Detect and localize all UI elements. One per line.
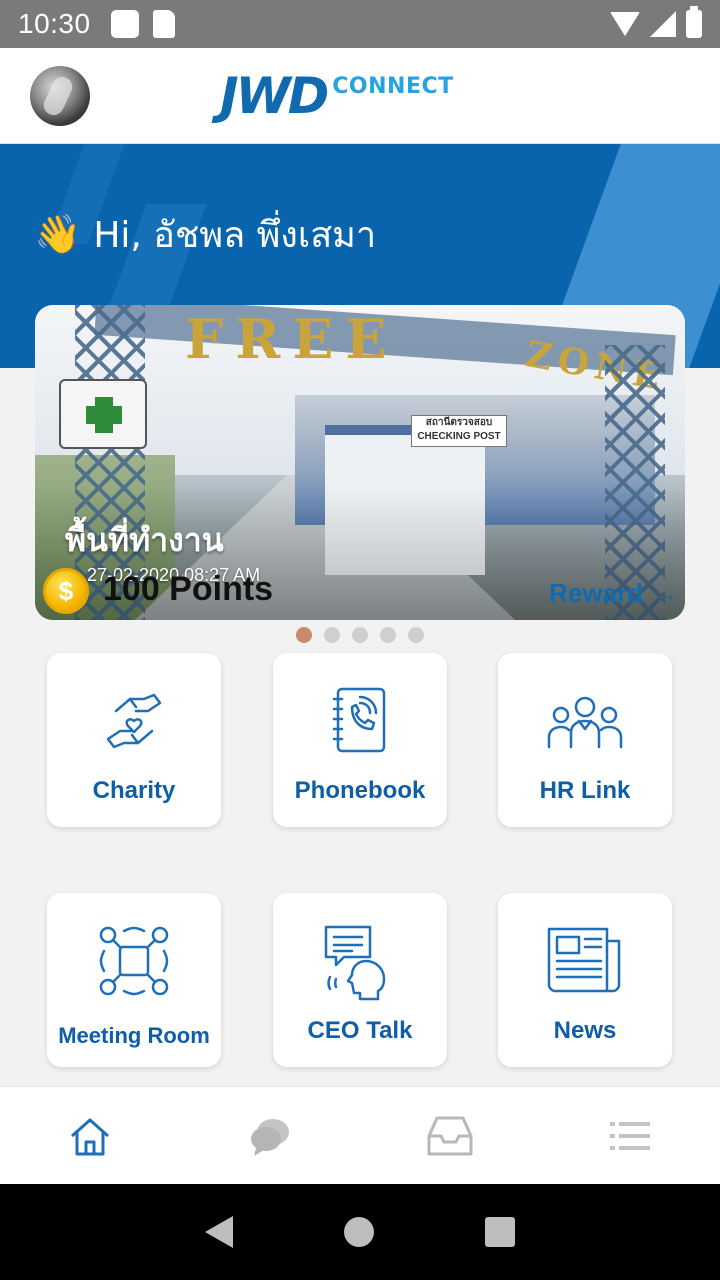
nav-home[interactable] bbox=[0, 1087, 180, 1184]
coin-icon: $ bbox=[43, 568, 89, 614]
inbox-icon bbox=[427, 1116, 473, 1155]
photo-safety-sign bbox=[59, 379, 147, 449]
wifi-icon bbox=[610, 12, 640, 36]
sd-card-icon bbox=[152, 10, 175, 38]
card-title: พื้นที่ทำงาน bbox=[65, 521, 224, 559]
list-icon bbox=[610, 1121, 650, 1150]
photo-gate-text: FREE bbox=[185, 307, 399, 371]
menu-tile-phonebook[interactable]: Phonebook bbox=[273, 653, 447, 827]
pager-dot[interactable] bbox=[296, 627, 312, 643]
avatar[interactable] bbox=[30, 66, 90, 126]
tile-label: Meeting Room bbox=[58, 1023, 210, 1048]
app-header: JWD CONNECT bbox=[0, 48, 720, 144]
notification-icons bbox=[110, 10, 175, 38]
reward-label: Reward bbox=[549, 577, 643, 608]
reward-link[interactable]: Reward → bbox=[549, 577, 679, 609]
notification-app-icon bbox=[110, 10, 139, 38]
tile-label: CEO Talk bbox=[307, 1017, 413, 1044]
pager-dot[interactable] bbox=[352, 627, 368, 643]
recents-icon[interactable] bbox=[484, 1217, 515, 1247]
wave-hand-icon: 👋 bbox=[34, 213, 82, 256]
greeting-text: Hi, อัชพล พึ่งเสมา bbox=[93, 215, 377, 256]
status-time: 10:30 bbox=[18, 8, 91, 39]
pager-dot[interactable] bbox=[380, 627, 396, 643]
signal-icon bbox=[650, 11, 676, 37]
ceo-talk-icon bbox=[324, 925, 386, 1001]
system-nav-bar bbox=[0, 1184, 720, 1280]
tile-label: Phonebook bbox=[294, 777, 426, 804]
bottom-nav bbox=[0, 1086, 720, 1184]
tile-label: News bbox=[553, 1017, 617, 1044]
logo-connect: CONNECT bbox=[332, 74, 454, 99]
pager-dot[interactable] bbox=[324, 627, 340, 643]
arrow-right-icon: → bbox=[651, 577, 679, 608]
app-logo: JWD CONNECT bbox=[220, 68, 454, 128]
nav-chat[interactable] bbox=[180, 1087, 360, 1184]
system-status-icons bbox=[610, 6, 702, 38]
logo-mark: JWD bbox=[220, 67, 329, 125]
back-icon[interactable] bbox=[205, 1216, 234, 1248]
tile-label: Charity bbox=[92, 777, 176, 804]
menu-tile-news[interactable]: News bbox=[498, 893, 672, 1067]
people-icon bbox=[547, 696, 623, 749]
status-bar: 10:30 bbox=[0, 0, 720, 48]
greeting: 👋 Hi, อัชพล พึ่งเสมา bbox=[34, 206, 376, 263]
nav-menu[interactable] bbox=[540, 1087, 720, 1184]
tile-label: HR Link bbox=[539, 777, 631, 804]
card-points: 100 Points bbox=[103, 570, 274, 608]
charity-icon bbox=[106, 693, 162, 749]
pager-dot[interactable] bbox=[408, 627, 424, 643]
menu-tile-hr-link[interactable]: HR Link bbox=[498, 653, 672, 827]
system-home-icon[interactable] bbox=[343, 1217, 374, 1247]
battery-icon bbox=[686, 6, 702, 38]
nav-inbox[interactable] bbox=[360, 1087, 540, 1184]
chat-icon bbox=[251, 1118, 289, 1156]
carousel-pager bbox=[296, 627, 424, 643]
photo-checkpoint-sign: สถานีตรวจสอบ CHECKING POST bbox=[411, 415, 507, 447]
menu-tile-meeting-room[interactable]: Meeting Room bbox=[47, 893, 221, 1067]
newspaper-icon bbox=[547, 927, 621, 993]
menu-tile-charity[interactable]: Charity bbox=[47, 653, 221, 827]
phonebook-icon bbox=[332, 687, 386, 753]
carousel-card[interactable]: สถานีตรวจสอบ CHECKING POST FREE ZONE พื้… bbox=[35, 305, 685, 620]
menu-tile-ceo-talk[interactable]: CEO Talk bbox=[273, 893, 447, 1067]
meeting-room-icon bbox=[99, 926, 169, 996]
home-icon bbox=[71, 1118, 109, 1155]
